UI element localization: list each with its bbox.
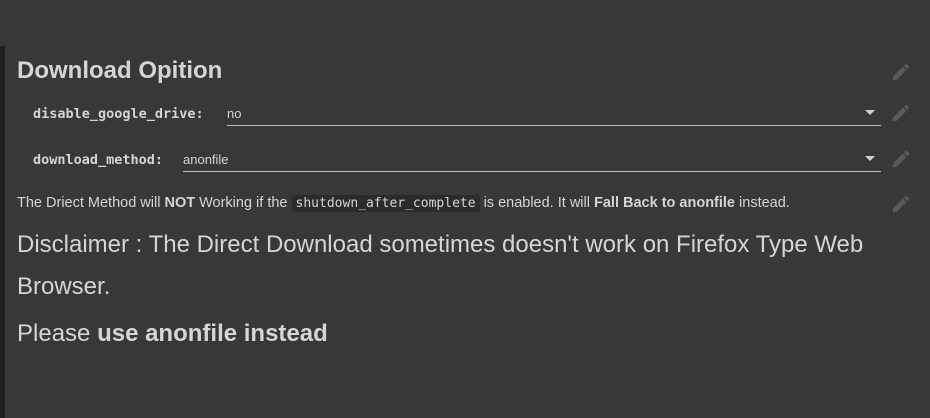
download-method-label: download_method: <box>33 152 164 168</box>
please-message: Please use anonfile instead <box>17 316 328 352</box>
download-method-value: anonfile <box>183 152 229 167</box>
please-bold: use anonfile instead <box>97 320 328 347</box>
chevron-down-icon <box>865 156 875 161</box>
disable-google-drive-label: disable_google_drive: <box>33 106 204 122</box>
edit-pencil-icon[interactable] <box>890 148 912 170</box>
form-row-download-method: download_method: anonfile <box>33 149 883 173</box>
note-bold-fallback: Fall Back to anonfile <box>594 195 735 211</box>
chevron-down-icon <box>865 110 875 115</box>
disable-google-drive-select[interactable]: no <box>227 103 881 126</box>
note-text: is enabled. It will <box>479 195 594 211</box>
download-method-select[interactable]: anonfile <box>183 149 881 172</box>
please-prefix: Please <box>17 320 98 347</box>
note-text: Working if the <box>195 195 292 211</box>
edit-pencil-icon[interactable] <box>890 102 912 124</box>
edit-pencil-icon[interactable] <box>890 61 912 83</box>
note-text: The Driect Method will <box>17 195 165 211</box>
form-row-disable-google-drive: disable_google_drive: no <box>33 103 883 127</box>
disable-google-drive-value: no <box>227 106 242 121</box>
note-bold-not: NOT <box>164 195 196 211</box>
note-text: instead. <box>735 195 790 211</box>
note-code-shutdown: shutdown_after_complete <box>291 195 480 212</box>
direct-method-note: The Driect Method will NOT Working if th… <box>17 195 790 212</box>
notebook-cell: Download Opition disable_google_drive: n… <box>0 0 930 418</box>
section-title: Download Opition <box>17 57 223 84</box>
disclaimer-text: Disclaimer : The Direct Download sometim… <box>17 231 864 300</box>
edit-pencil-icon[interactable] <box>890 193 912 215</box>
cell-focus-bar <box>0 46 5 418</box>
